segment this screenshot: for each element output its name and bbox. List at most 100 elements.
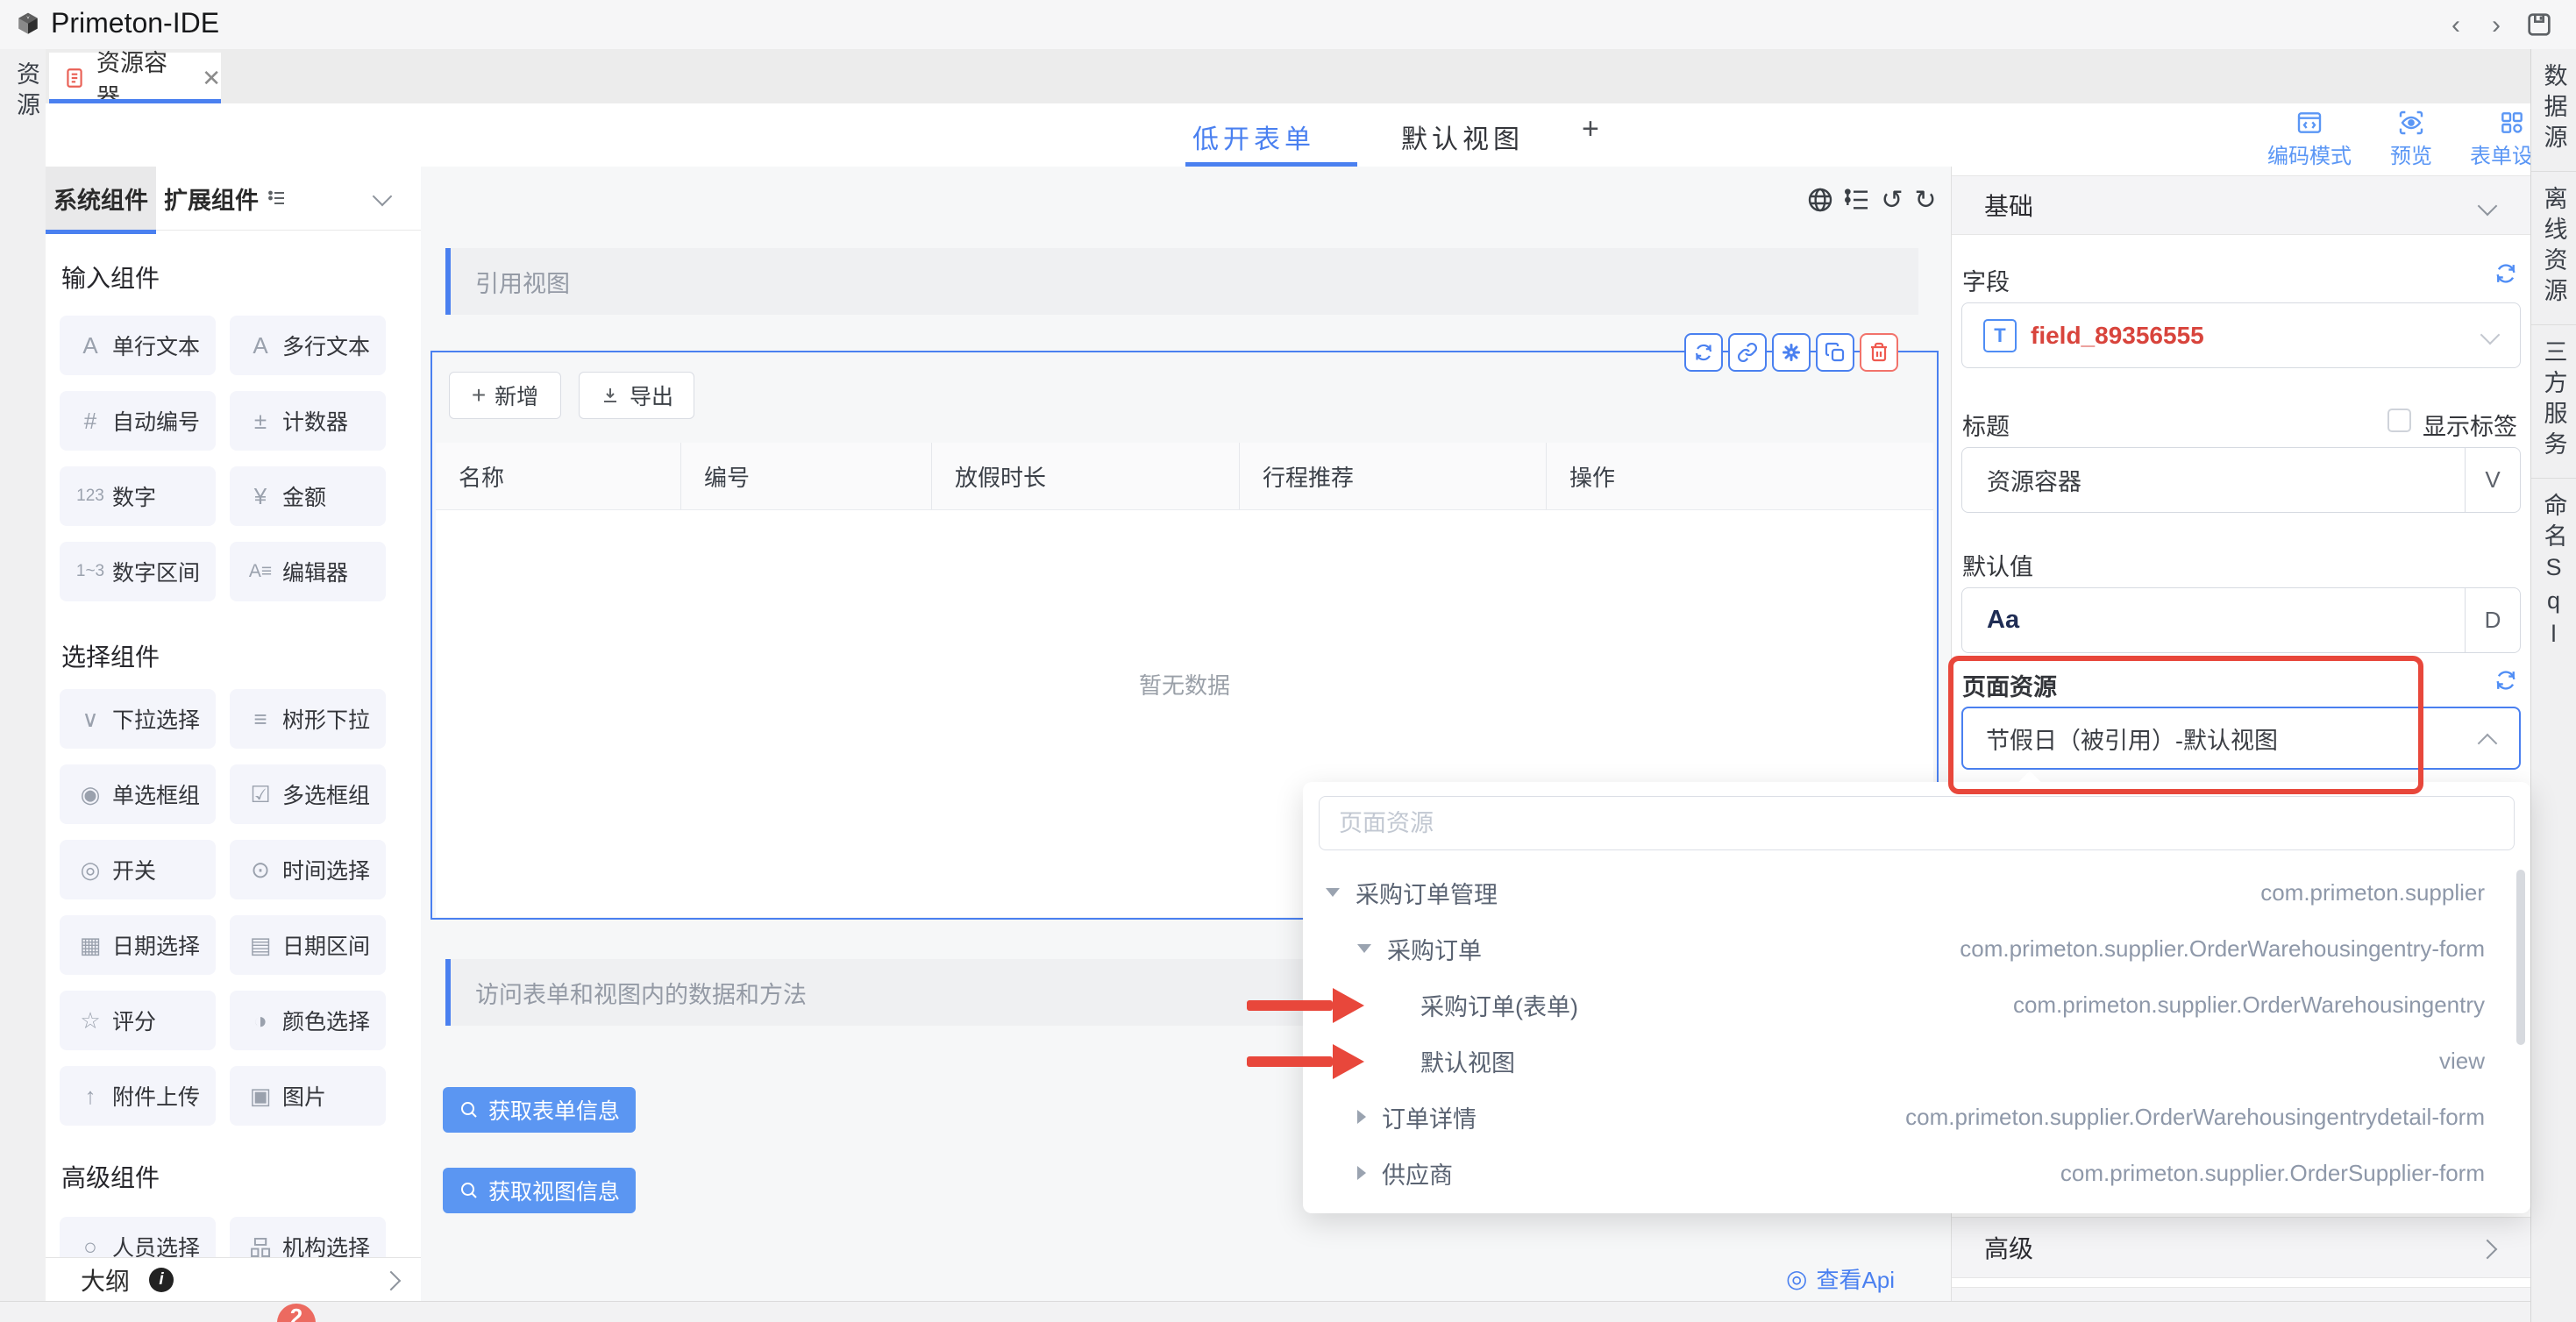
tab-lowcode-form[interactable]: 低开表单 [1192, 117, 1315, 156]
section-title-input: 输入组件 [61, 259, 160, 295]
search-icon [459, 1099, 480, 1120]
column-header[interactable]: 放假时长 [932, 443, 1240, 509]
component-list-icon[interactable] [267, 188, 288, 209]
component-item-number-range[interactable]: 1~3数字区间 [60, 542, 216, 601]
show-label-checkbox[interactable] [2387, 409, 2411, 432]
expand-chevron-icon[interactable] [2478, 1240, 2498, 1260]
export-button[interactable]: 导出 [579, 372, 694, 419]
component-item-editor[interactable]: A≡编辑器 [230, 542, 386, 601]
component-item-upload[interactable]: ↑附件上传 [60, 1066, 216, 1126]
tab-system-components[interactable]: 系统组件 [46, 167, 156, 234]
caret-down-icon[interactable] [1326, 888, 1340, 897]
i18n-globe-icon[interactable] [1804, 184, 1836, 216]
title-label: 标题 [1962, 408, 2010, 442]
get-form-info-button[interactable]: 获取表单信息 [443, 1087, 636, 1133]
section-title: 引用视图 [475, 265, 570, 299]
rail-tab-offline-resources[interactable]: 离线资源 [2531, 172, 2576, 325]
column-header[interactable]: 名称 [436, 443, 681, 509]
component-item-switch[interactable]: ◎开关 [60, 840, 216, 899]
collapse-panel-chevron-icon[interactable] [373, 187, 393, 207]
title-variable-toggle[interactable]: V [2465, 448, 2520, 512]
component-item-date-range[interactable]: ▤日期区间 [230, 915, 386, 975]
preview-button[interactable]: 预览 [2359, 109, 2464, 169]
section-accent-bar [445, 959, 451, 1026]
undo-icon[interactable]: ↺ [1876, 184, 1908, 216]
refresh-page-resource-icon[interactable] [2494, 668, 2518, 693]
redo-icon[interactable]: ↻ [1910, 184, 1941, 216]
tab-default-view[interactable]: 默认视图 [1401, 117, 1524, 156]
bottom-status-strip [0, 1301, 2530, 1322]
component-item-single-text[interactable]: A单行文本 [60, 316, 216, 375]
component-item-rating[interactable]: ☆评分 [60, 991, 216, 1050]
tree-row-purchase-order[interactable]: 采购订单 com.primeton.supplier.OrderWarehous… [1303, 920, 2530, 977]
tree-row-purchase-order-form[interactable]: 采购订单(表单) com.primeton.supplier.OrderWare… [1303, 977, 2530, 1033]
info-icon: i [149, 1268, 174, 1292]
tree-row-order-management[interactable]: 采购订单管理 com.primeton.supplier [1303, 864, 2530, 920]
expand-outline-chevron-icon[interactable] [381, 1271, 402, 1291]
component-item-time-picker[interactable]: ⊙时间选择 [230, 840, 386, 899]
component-item-multi-text[interactable]: A多行文本 [230, 316, 386, 375]
preview-eye-icon [2397, 109, 2425, 137]
caret-down-icon[interactable] [1357, 944, 1371, 953]
dropdown-scrollbar[interactable] [2516, 870, 2525, 1045]
title-input-wrap: V [1961, 447, 2521, 513]
code-mode-button[interactable]: 编码模式 [2252, 109, 2366, 169]
rail-tab-named-sql[interactable]: 命名Sql [2531, 479, 2576, 670]
field-select[interactable]: T field_89356555 [1961, 302, 2521, 368]
component-item-tree-select[interactable]: ≡树形下拉 [230, 689, 386, 749]
caret-right-icon[interactable] [1357, 1166, 1366, 1180]
component-item-select[interactable]: ∨下拉选择 [60, 689, 216, 749]
get-view-info-button[interactable]: 获取视图信息 [443, 1168, 636, 1213]
nav-forward-icon[interactable]: › [2492, 11, 2501, 40]
collapse-chevron-icon[interactable] [2478, 196, 2498, 217]
component-item-image[interactable]: ▣图片 [230, 1066, 386, 1126]
component-item-checkbox-group[interactable]: ☑多选框组 [230, 764, 386, 824]
column-header[interactable]: 行程推荐 [1240, 443, 1547, 509]
component-link-button[interactable] [1728, 333, 1767, 372]
outline-tree-icon[interactable] [1841, 184, 1873, 216]
page-resource-search-input[interactable] [1319, 796, 2515, 850]
component-item-org-select[interactable]: 品机构选择 [230, 1217, 386, 1257]
tree-row-supplier[interactable]: 供应商 com.primeton.supplier.OrderSupplier-… [1303, 1145, 2530, 1201]
rail-tab-third-party-services[interactable]: 三方服务 [2531, 325, 2576, 479]
component-settings-button[interactable] [1772, 333, 1811, 372]
component-item-currency[interactable]: ¥金额 [230, 466, 386, 526]
component-delete-button[interactable] [1860, 333, 1898, 372]
component-item-counter[interactable]: ±计数器 [230, 391, 386, 451]
column-header[interactable]: 编号 [681, 443, 932, 509]
column-header[interactable]: 操作 [1547, 443, 1933, 509]
section-basic[interactable]: 基础 [1952, 175, 2531, 235]
component-item-color-picker[interactable]: ◑颜色选择 [230, 991, 386, 1050]
component-item-date-picker[interactable]: ▦日期选择 [60, 915, 216, 975]
section-advanced[interactable]: 高级 [1952, 1217, 2531, 1278]
doc-tab-resource-container[interactable]: 资源容器 ✕ [49, 53, 221, 103]
outline-bar[interactable]: 大纲 i [46, 1257, 421, 1302]
component-item-auto-number[interactable]: #自动编号 [60, 391, 216, 451]
resource-code: com.primeton.supplier.OrderSupplier-form [2060, 1160, 2485, 1187]
tree-row-default-view[interactable]: 默认视图 view [1303, 1033, 2530, 1089]
search-icon [459, 1180, 480, 1201]
resource-code: com.primeton.supplier [2260, 879, 2485, 906]
close-icon[interactable]: ✕ [202, 65, 221, 92]
component-item-radio-group[interactable]: ◉单选框组 [60, 764, 216, 824]
counter-icon: ± [246, 408, 275, 435]
refresh-field-icon[interactable] [2494, 261, 2518, 286]
save-icon[interactable] [2525, 11, 2553, 39]
component-item-person-select[interactable]: ○人员选择 [60, 1217, 216, 1257]
add-view-tab-button[interactable]: + [1582, 112, 1604, 146]
add-row-button[interactable]: + 新增 [449, 372, 561, 419]
caret-right-icon[interactable] [1357, 1110, 1366, 1124]
tab-extended-components[interactable]: 扩展组件 [156, 167, 267, 230]
resource-code: com.primeton.supplier.OrderWarehousingen… [2013, 992, 2485, 1019]
left-rail-resources-tab[interactable]: 资源 [10, 61, 44, 123]
nav-back-icon[interactable]: ‹ [2451, 11, 2460, 40]
default-value-input[interactable] [1985, 605, 2409, 636]
component-copy-button[interactable] [1816, 333, 1854, 372]
rail-tab-data-source[interactable]: 数据源 [2531, 49, 2576, 172]
view-api-link[interactable]: ◎ 查看Api [1786, 1262, 1895, 1295]
component-item-number[interactable]: 123数字 [60, 466, 216, 526]
title-input[interactable] [1985, 466, 2409, 494]
tree-row-order-detail[interactable]: 订单详情 com.primeton.supplier.OrderWarehous… [1303, 1089, 2530, 1145]
component-refresh-button[interactable] [1684, 333, 1723, 372]
default-value-toggle[interactable]: D [2465, 588, 2520, 652]
